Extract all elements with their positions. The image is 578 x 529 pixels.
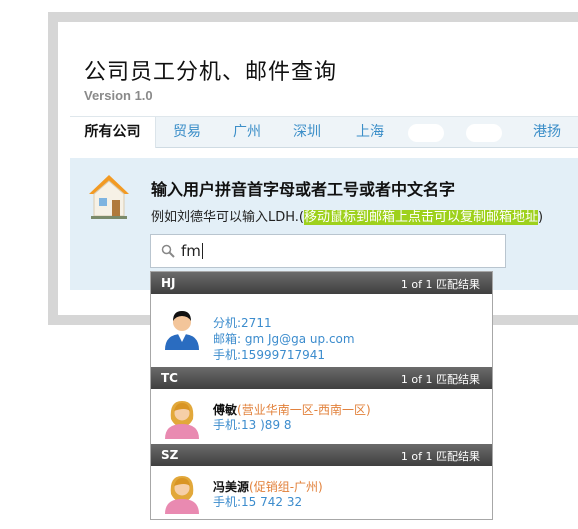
example-text: 例如刘德华可以输入LDH.( [151, 210, 305, 225]
email-address[interactable]: 邮箱: gm Jg@ga up.com [213, 330, 355, 347]
male-avatar-icon [165, 311, 199, 350]
employee-name: 傅敏 [213, 403, 238, 417]
match-count: 1 of 1 匹配结果 [400, 278, 480, 291]
group-code: TC [161, 371, 178, 385]
search-input[interactable]: fm [150, 234, 506, 268]
mobile-number: 手机:13 )89 8 [213, 418, 292, 432]
result-item[interactable]: 冯美源(促销组-广州) 手机:15 742 32 [151, 466, 492, 519]
tab-gangyang[interactable]: 港扬 [516, 117, 578, 148]
extension-number: 分机:2711 [213, 316, 272, 330]
mobile-number: 手机:15 742 32 [213, 495, 303, 509]
version-label: Version 1.0 [84, 88, 153, 103]
mobile-number: 手机:15999717941 [213, 348, 326, 362]
result-item[interactable]: 分机:2711 邮箱: gm Jg@ga up.com 手机:159997179… [151, 294, 492, 367]
search-instruction: 输入用户拼音首字母或者工号或者中文名字 [151, 180, 456, 199]
redacted-mark [408, 124, 444, 142]
result-group-header: HJ 1 of 1 匹配结果 [151, 272, 492, 294]
result-group-header: SZ 1 of 1 匹配结果 [151, 444, 492, 466]
redacted-mark [466, 124, 502, 142]
house-icon [89, 175, 129, 219]
company-tabs: 所有公司 贸易 广州 深圳 上海 港扬 [70, 116, 578, 148]
search-value: fm [181, 242, 203, 260]
tab-trade[interactable]: 贸易 [158, 117, 216, 148]
result-item[interactable]: 傅敏(营业华南一区-西南一区) 手机:13 )89 8 [151, 389, 492, 444]
group-code: SZ [161, 448, 179, 462]
female-avatar-icon [165, 476, 199, 514]
match-count: 1 of 1 匹配结果 [400, 450, 480, 463]
female-avatar-icon [165, 401, 199, 439]
result-group-header: TC 1 of 1 匹配结果 [151, 367, 492, 389]
example-close: ) [538, 210, 544, 225]
tab-shenzhen[interactable]: 深圳 [278, 117, 336, 148]
tab-shanghai[interactable]: 上海 [338, 117, 402, 148]
match-count: 1 of 1 匹配结果 [400, 373, 480, 386]
group-code: HJ [161, 276, 176, 290]
search-icon [161, 244, 175, 258]
tab-all-companies[interactable]: 所有公司 [70, 117, 156, 148]
employee-dept: (营业华南一区-西南一区) [237, 403, 371, 417]
page-title: 公司员工分机、邮件查询 [84, 60, 338, 85]
employee-name: 冯美源 [213, 480, 250, 494]
results-dropdown: HJ 1 of 1 匹配结果 分机:2711 邮箱: gm Jg@ga up.c… [150, 271, 493, 520]
tab-guangzhou[interactable]: 广州 [218, 117, 276, 148]
employee-dept: (促销组-广州) [249, 480, 323, 494]
copy-email-hint: 移动鼠标到邮箱上点击可以复制邮箱地址 [304, 210, 539, 225]
search-example: 例如刘德华可以输入LDH.(移动鼠标到邮箱上点击可以复制邮箱地址) [151, 206, 543, 225]
